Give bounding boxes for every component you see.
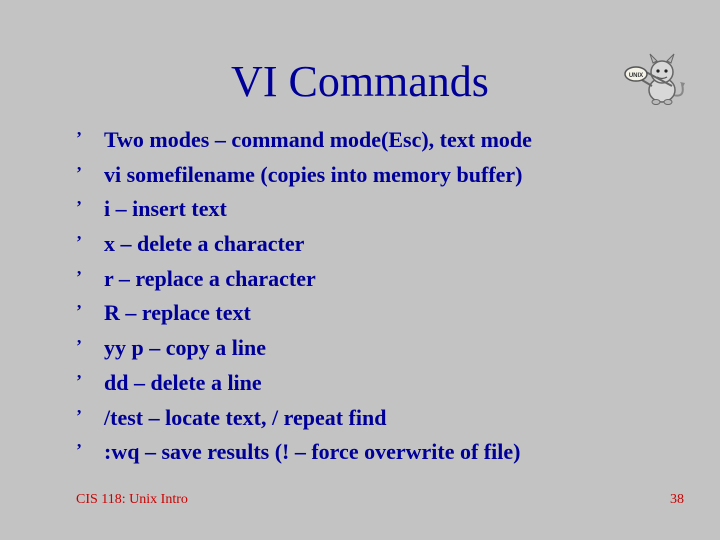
bullet-text: i – insert text (104, 194, 227, 224)
list-item: ’x – delete a character (76, 229, 656, 259)
list-item: ’dd – delete a line (76, 368, 656, 398)
footer-course: CIS 118: Unix Intro (76, 492, 188, 508)
list-item: ’i – insert text (76, 194, 656, 224)
bullet-text: r – replace a character (104, 264, 316, 294)
bullet-text: :wq – save results (! – force overwrite … (104, 437, 520, 467)
slide: VI Commands UNIX (0, 0, 720, 540)
bullet-text: /test – locate text, / repeat find (104, 403, 386, 433)
list-item: ’/test – locate text, / repeat find (76, 403, 656, 433)
bullet-marker-icon: ’ (76, 437, 104, 462)
footer-page-number: 38 (670, 492, 684, 508)
bullet-text: dd – delete a line (104, 368, 262, 398)
bullet-marker-icon: ’ (76, 368, 104, 393)
bullet-marker-icon: ’ (76, 403, 104, 428)
slide-title: VI Commands (0, 56, 720, 107)
list-item: ’Two modes – command mode(Esc), text mod… (76, 125, 656, 155)
bullet-marker-icon: ’ (76, 194, 104, 219)
list-item: ’:wq – save results (! – force overwrite… (76, 437, 656, 467)
list-item: ’yy p – copy a line (76, 333, 656, 363)
bullet-text: x – delete a character (104, 229, 304, 259)
devil-cartoon-icon: UNIX (620, 50, 690, 110)
bullet-marker-icon: ’ (76, 298, 104, 323)
list-item: ’r – replace a character (76, 264, 656, 294)
bullet-text: vi somefilename (copies into memory buff… (104, 160, 523, 190)
bullet-marker-icon: ’ (76, 160, 104, 185)
bullet-text: R – replace text (104, 298, 251, 328)
bullet-text: yy p – copy a line (104, 333, 266, 363)
bullet-marker-icon: ’ (76, 333, 104, 358)
svg-text:UNIX: UNIX (629, 73, 643, 79)
bullet-marker-icon: ’ (76, 264, 104, 289)
bullet-marker-icon: ’ (76, 229, 104, 254)
list-item: ’R – replace text (76, 298, 656, 328)
bullet-text: Two modes – command mode(Esc), text mode (104, 125, 532, 155)
bullet-list: ’Two modes – command mode(Esc), text mod… (76, 125, 656, 472)
list-item: ’vi somefilename (copies into memory buf… (76, 160, 656, 190)
bullet-marker-icon: ’ (76, 125, 104, 150)
